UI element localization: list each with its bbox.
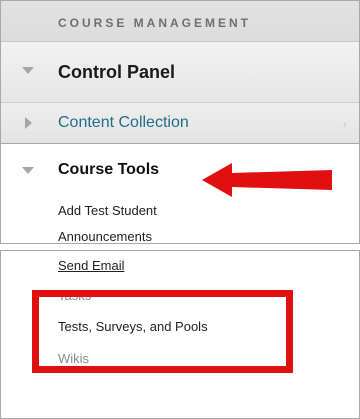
annotation-highlight-box <box>32 290 293 373</box>
collapse-triangle-icon[interactable] <box>22 167 34 174</box>
course-tools-item[interactable]: Announcements <box>58 229 152 243</box>
control-panel-label: Control Panel <box>58 62 176 82</box>
course-tools-item[interactable]: Add Test Student <box>58 203 157 218</box>
course-management-title: COURSE MANAGEMENT <box>58 16 252 30</box>
chevron-right-icon: › <box>343 119 347 131</box>
course-management-header: COURSE MANAGEMENT <box>1 1 359 42</box>
course-tools-label[interactable]: Course Tools <box>58 161 159 179</box>
annotation-arrow-icon <box>202 163 332 197</box>
send-email-link[interactable]: Send Email <box>58 258 124 273</box>
course-management-panel: COURSE MANAGEMENT Control Panel Content … <box>0 0 360 244</box>
collapse-triangle-icon[interactable] <box>22 67 34 74</box>
content-collection-link[interactable]: Content Collection <box>58 114 189 132</box>
expand-triangle-icon[interactable] <box>25 117 32 129</box>
control-panel-row[interactable]: Control Panel <box>1 42 359 103</box>
content-collection-row[interactable]: Content Collection <box>1 103 359 144</box>
